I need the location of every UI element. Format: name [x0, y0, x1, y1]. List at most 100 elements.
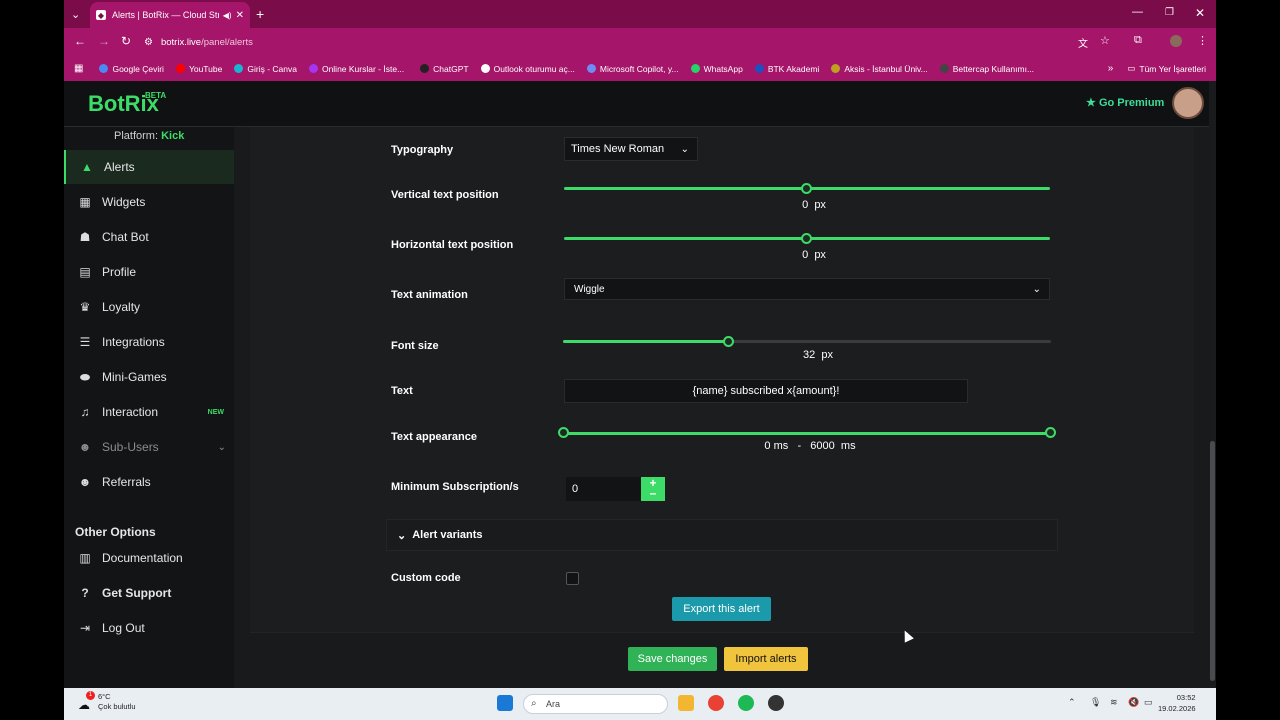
botrix-logo[interactable]: BotRix BETA [88, 91, 166, 117]
sidebar-item-loyalty[interactable]: ♛ Loyalty [64, 290, 234, 324]
quantity-stepper[interactable]: + – [641, 477, 665, 501]
chrome-icon[interactable] [708, 695, 724, 711]
sidebar-item-label: Profile [102, 265, 137, 279]
app-header: BotRix BETA ★ Go Premium [64, 81, 1216, 127]
bookmark-item[interactable]: Aksis - İstanbul Üniv... [831, 64, 928, 74]
new-tab-icon[interactable]: + [256, 6, 264, 22]
alert-settings-panel: Typography Times New Roman ⌄ Vertical tex… [250, 127, 1194, 643]
go-premium-button[interactable]: ★ Go Premium [1086, 96, 1164, 109]
bookmark-item[interactable]: ChatGPT [420, 64, 469, 74]
other-options-heading: Other Options [75, 525, 156, 539]
weather-desc: Çok bulutlu [98, 702, 136, 711]
save-changes-button[interactable]: Save changes [628, 647, 717, 671]
apps-grid-icon[interactable]: ▦ [74, 63, 83, 74]
font-size-unit: px [821, 349, 833, 361]
typography-select[interactable]: Times New Roman ⌄ [564, 137, 698, 161]
start-windows-icon[interactable] [497, 695, 513, 711]
weather-badge: 1 [86, 691, 95, 700]
app-icon[interactable] [768, 695, 784, 711]
bookmark-item[interactable]: Outlook oturumu aç... [480, 64, 575, 74]
profile-icon[interactable] [1170, 35, 1182, 47]
file-explorer-icon[interactable] [678, 695, 694, 711]
weather-temp: 6°C [98, 692, 111, 701]
sidebar-item-integrations[interactable]: ☰ Integrations [64, 325, 234, 359]
bookmark-item[interactable]: YouTube [175, 64, 222, 74]
font-size-knob[interactable] [723, 336, 734, 347]
copilot-icon [586, 64, 596, 73]
bookmark-label: Google Çeviri [112, 63, 164, 74]
sidebar-item-documentation[interactable]: ▥ Documentation [64, 541, 234, 575]
sidebar-item-alerts[interactable]: ▲ Alerts [64, 150, 234, 184]
text-appearance-range[interactable] [563, 432, 1051, 435]
weather-widget[interactable]: 6°C Çok bulutlu [98, 692, 136, 712]
vertical-position-knob[interactable] [801, 183, 812, 194]
bookmark-item[interactable]: Bettercap Kullanımı... [939, 64, 1034, 74]
bookmark-item[interactable]: Giriş - Canva [234, 64, 297, 74]
tab-search-icon[interactable]: ⌄ [71, 8, 80, 21]
bookmark-item[interactable]: WhatsApp [690, 64, 743, 74]
grid-icon: ▦ [79, 195, 91, 209]
appearance-end-knob[interactable] [1045, 427, 1056, 438]
tab-close-icon[interactable]: ✕ [236, 10, 244, 21]
page-scrollbar[interactable] [1209, 81, 1216, 688]
wifi-icon[interactable]: ≋ [1110, 697, 1118, 708]
horizontal-position-knob[interactable] [801, 233, 812, 244]
weather-cloud-icon[interactable]: ☁ [78, 698, 90, 712]
reload-icon[interactable]: ↻ [121, 34, 131, 48]
all-bookmarks[interactable]: ▭ Tüm Yer İşaretleri [1127, 63, 1206, 74]
alert-text-input[interactable]: {name} subscribed x{amount}! [564, 379, 968, 403]
sidebar-item-log-out[interactable]: ⇥ Log Out [64, 611, 234, 645]
translate-icon[interactable]: 文 [1078, 35, 1088, 50]
sidebar-item-chat-bot[interactable]: ☗ Chat Bot [64, 220, 234, 254]
taskbar-search[interactable]: ⌕ Ara [523, 694, 668, 714]
sidebar-item-referrals[interactable]: ☻ Referrals [64, 465, 234, 499]
more-bookmarks-icon[interactable]: » [1108, 63, 1114, 74]
canva-icon [234, 64, 244, 73]
close-window-icon[interactable]: ✕ [1195, 6, 1205, 20]
page: BotRix BETA ★ Go Premium Platform: Kick ▲… [64, 81, 1216, 688]
bookmark-item[interactable]: Microsoft Copilot, y... [586, 64, 679, 74]
scrollbar-thumb[interactable] [1210, 441, 1215, 681]
sidebar-item-label: Mini-Games [102, 370, 167, 384]
spotify-icon[interactable] [738, 695, 754, 711]
browser-window: ⌄ ◆ Alerts | BotRix — Cloud Str... ◀) ✕ … [64, 0, 1216, 688]
alert-variants-toggle[interactable]: ⌄ Alert variants [386, 519, 1058, 551]
microphone-icon[interactable]: 🎙 [1090, 697, 1101, 708]
minimize-icon[interactable]: — [1132, 6, 1143, 18]
bookmark-label: Giriş - Canva [247, 63, 297, 74]
bookmark-item[interactable]: BTK Akademi [754, 64, 819, 74]
min-subscription-input[interactable]: 0 [566, 477, 641, 501]
user-avatar[interactable] [1172, 87, 1204, 119]
bookmark-item[interactable]: Google Çeviri [99, 64, 164, 74]
sidebar-item-get-support[interactable]: ? Get Support [64, 576, 234, 610]
bookmark-item[interactable]: Online Kurslar - İste... [308, 64, 404, 74]
audio-icon[interactable]: ◀) [223, 11, 232, 20]
sidebar-item-profile[interactable]: ▤ Profile [64, 255, 234, 289]
volume-mute-icon[interactable]: 🔇 [1128, 697, 1139, 708]
browser-tab[interactable]: ◆ Alerts | BotRix — Cloud Str... ◀) ✕ [90, 2, 250, 28]
extensions-icon[interactable]: ⧉ [1134, 34, 1142, 47]
decrement-icon[interactable]: – [641, 487, 665, 499]
appearance-start-knob[interactable] [558, 427, 569, 438]
import-alerts-button[interactable]: Import alerts [724, 647, 808, 671]
system-clock[interactable]: 03:52 19.02.2026 [1158, 692, 1196, 714]
list-icon: ☰ [79, 335, 91, 349]
maximize-icon[interactable]: ❐ [1165, 7, 1174, 18]
forward-icon[interactable]: → [98, 34, 110, 48]
whatsapp-icon [690, 64, 700, 73]
menu-kebab-icon[interactable]: ⋮ [1197, 34, 1208, 47]
bookmark-star-icon[interactable]: ☆ [1100, 34, 1110, 47]
sidebar-item-widgets[interactable]: ▦ Widgets [64, 185, 234, 219]
sidebar-item-mini-games[interactable]: ⬬ Mini-Games [64, 360, 234, 394]
custom-code-checkbox[interactable] [566, 572, 579, 585]
site-info-icon[interactable]: ⚙ [144, 37, 153, 48]
sidebar-item-sub-users[interactable]: ☻ Sub-Users ⌄ [64, 430, 234, 464]
address-bar[interactable]: ⚙ botrix.live/panel/alerts [144, 32, 1104, 52]
text-animation-select[interactable]: Wiggle ⌄ [564, 278, 1050, 300]
sidebar-item-interaction[interactable]: ♫ Interaction NEW [64, 395, 234, 429]
platform-label: Platform: [114, 130, 159, 142]
back-icon[interactable]: ← [74, 34, 86, 48]
chevron-up-icon[interactable]: ⌃ [1068, 697, 1076, 708]
battery-icon[interactable]: ▭ [1144, 697, 1153, 708]
export-alert-button[interactable]: Export this alert [672, 597, 771, 621]
